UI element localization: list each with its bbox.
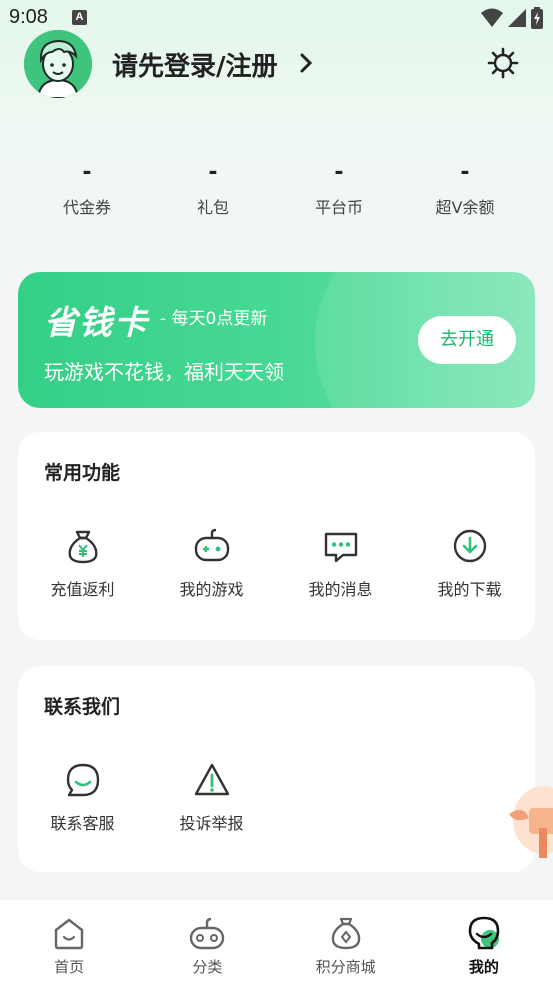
- nav-label: 积分商城: [315, 958, 376, 976]
- profile-icon: [468, 916, 500, 950]
- stat-label: 平台币: [314, 198, 363, 217]
- signal-icon: [508, 9, 526, 27]
- stat-label: 礼包: [196, 198, 229, 217]
- my-downloads-button[interactable]: 我的下载: [405, 526, 534, 600]
- gamepad-icon: [194, 528, 229, 562]
- nav-category[interactable]: 分类: [138, 900, 276, 984]
- my-games-button[interactable]: 我的游戏: [147, 526, 276, 600]
- warning-icon: [194, 763, 229, 796]
- points-mall-icon: [331, 917, 360, 950]
- common-functions-panel: 常用功能 充值返利 我的游戏 我的消息 我的下载: [18, 432, 535, 640]
- status-icons: [481, 7, 543, 29]
- stat-value: -: [208, 160, 218, 185]
- activate-button[interactable]: 去开通: [418, 316, 516, 364]
- nav-label: 我的: [468, 958, 499, 976]
- save-money-card[interactable]: 省钱卡 - 每天0点更新 玩游戏不花钱，福利天天领 去开通: [18, 272, 535, 408]
- customer-service-button[interactable]: 联系客服: [18, 760, 147, 834]
- stat-vouchers[interactable]: - 代金券: [24, 158, 150, 218]
- recharge-rebate-button[interactable]: 充值返利: [18, 526, 147, 600]
- notification-a-icon: A: [72, 10, 87, 25]
- wifi-icon: [481, 8, 503, 27]
- nav-points-mall[interactable]: 积分商城: [277, 900, 415, 984]
- function-label: 我的游戏: [179, 580, 244, 599]
- card-subtitle: - 每天0点更新: [160, 309, 268, 329]
- nav-home[interactable]: 首页: [0, 900, 138, 984]
- download-icon: [453, 529, 486, 563]
- contact-panel: 联系我们 联系客服 投诉举报: [18, 666, 535, 872]
- function-label: 投诉举报: [179, 814, 244, 833]
- section-title: 联系我们: [44, 696, 121, 718]
- function-label: 联系客服: [50, 814, 115, 833]
- nav-label: 分类: [192, 958, 223, 976]
- stat-value: -: [82, 160, 92, 185]
- customer-service-icon: [66, 763, 99, 797]
- bottom-navigation: 首页 分类 积分商城 我的: [0, 900, 553, 984]
- complaint-report-button[interactable]: 投诉举报: [147, 760, 276, 834]
- stat-label: 代金券: [62, 198, 111, 217]
- function-label: 我的下载: [437, 580, 502, 599]
- stat-gift-packs[interactable]: - 礼包: [150, 158, 276, 218]
- status-time: 9:08: [9, 6, 48, 28]
- status-bar: 9:08 A: [0, 0, 553, 36]
- money-bag-icon: [68, 530, 97, 564]
- message-icon: [324, 532, 357, 563]
- card-title: 省钱卡: [44, 303, 149, 342]
- stat-value: -: [460, 160, 470, 185]
- gear-icon[interactable]: [486, 46, 520, 80]
- category-icon: [190, 917, 225, 950]
- floating-gift-icon[interactable]: [505, 778, 553, 862]
- my-messages-button[interactable]: 我的消息: [276, 526, 405, 600]
- account-stats: - 代金券 - 礼包 - 平台币 - 超V余额: [24, 158, 529, 218]
- function-label: 充值返利: [50, 580, 115, 599]
- nav-profile[interactable]: 我的: [415, 900, 553, 984]
- nav-label: 首页: [54, 958, 85, 976]
- avatar[interactable]: [24, 30, 92, 98]
- function-label: 我的消息: [308, 580, 373, 599]
- stat-platform-coins[interactable]: - 平台币: [276, 158, 402, 218]
- stat-value: -: [334, 160, 344, 185]
- chevron-right-icon[interactable]: [298, 52, 314, 74]
- section-title: 常用功能: [44, 462, 121, 484]
- stat-label: 超V余额: [435, 198, 495, 217]
- stat-super-v-balance[interactable]: - 超V余额: [402, 158, 528, 218]
- user-avatar-icon: [24, 30, 92, 98]
- login-register-link[interactable]: 请先登录/注册: [112, 46, 278, 83]
- home-icon: [54, 918, 84, 950]
- card-description: 玩游戏不花钱，福利天天领: [44, 360, 284, 384]
- battery-icon: [531, 7, 543, 29]
